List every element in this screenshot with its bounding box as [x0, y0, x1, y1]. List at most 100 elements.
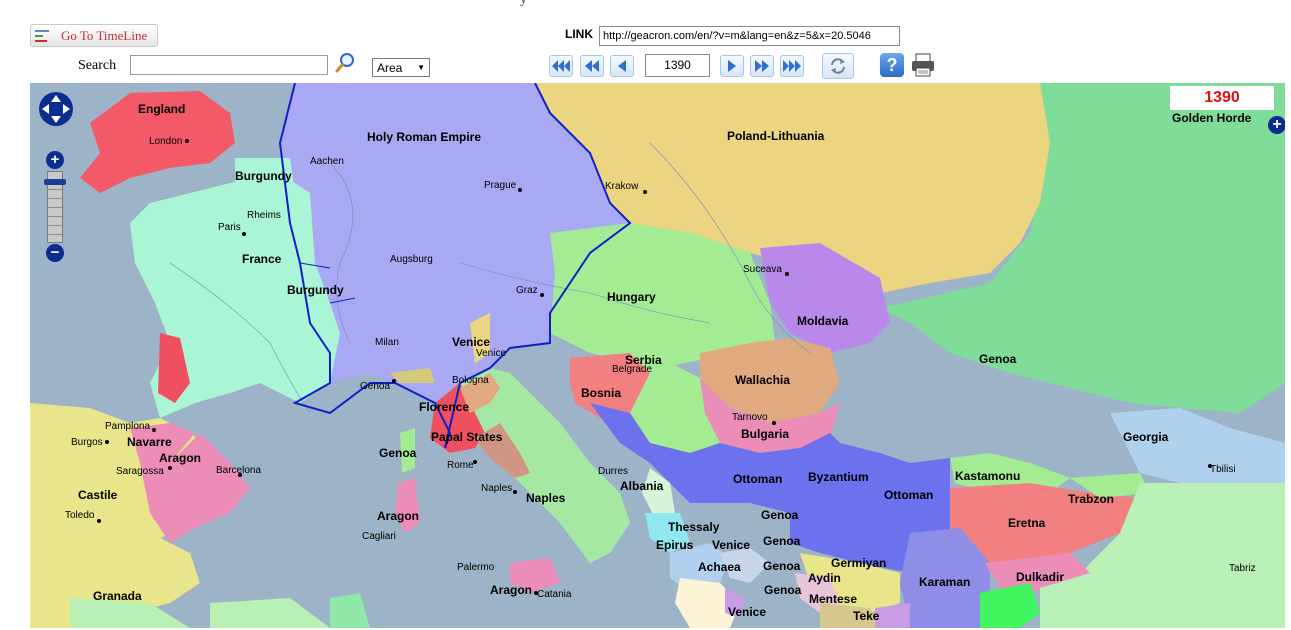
triple-right-icon: [783, 60, 801, 72]
left-arrow-icon: [618, 60, 626, 72]
city-label: Saragossa: [116, 466, 164, 477]
go-to-timeline-label: Go To TimeLine: [61, 27, 148, 43]
expand-legend-icon[interactable]: +: [1268, 116, 1285, 134]
zoom-in-icon[interactable]: +: [46, 151, 64, 169]
city-label: Durres: [598, 466, 629, 477]
city-label: Naples: [481, 483, 513, 494]
city-marker: [392, 379, 396, 383]
region-label: Aragon: [490, 583, 532, 597]
region-label: Aragon: [377, 509, 419, 523]
region-label-golden-horde: Golden Horde: [1172, 111, 1252, 125]
city-label: Prague: [484, 180, 517, 191]
jump-back-button[interactable]: [580, 55, 604, 77]
city-label: Aachen: [310, 156, 344, 167]
region-label: Epirus: [656, 538, 694, 552]
region-label: Genoa: [763, 559, 801, 573]
region-label: Ottoman: [884, 488, 934, 502]
city-marker: [643, 190, 647, 194]
zoom-out-icon[interactable]: −: [46, 244, 64, 262]
city-label: Augsburg: [390, 254, 433, 265]
city-marker: [168, 466, 172, 470]
region-label: Holy Roman Empire: [367, 130, 482, 144]
city-marker: [1208, 464, 1212, 468]
region-label: Thessaly: [668, 520, 720, 534]
area-select-value: Area: [377, 60, 403, 75]
area-select[interactable]: Area ▼: [372, 58, 430, 77]
print-icon[interactable]: [910, 53, 936, 77]
region-label: Burgundy: [287, 283, 344, 297]
region-label: Eretna: [1008, 516, 1046, 530]
timeline-icon: [35, 29, 53, 43]
pan-control-icon[interactable]: [38, 91, 74, 127]
jump-back-far-button[interactable]: [549, 55, 573, 77]
region-label: Moldavia: [797, 314, 849, 328]
region-label: Bosnia: [581, 386, 622, 400]
region-label: Navarre: [127, 435, 172, 449]
year-input[interactable]: 1390: [645, 54, 710, 77]
region-label: Kastamonu: [955, 469, 1021, 483]
region-label: Burgundy: [235, 169, 292, 183]
region-label: Teke: [853, 609, 880, 623]
region-label: Genoa: [761, 508, 799, 522]
right-arrow-icon: [728, 60, 736, 72]
region-label: Genoa: [979, 352, 1017, 366]
city-label: Tabriz: [1229, 563, 1256, 574]
city-marker: [518, 188, 522, 192]
city-marker: [185, 139, 189, 143]
city-label: London: [149, 136, 183, 147]
historical-map[interactable]: 1390 Golden Horde + + − England Holy Rom…: [30, 83, 1285, 628]
city-marker: [105, 440, 109, 444]
city-marker: [513, 490, 517, 494]
region-label: Florence: [419, 400, 470, 414]
region-label: Achaea: [698, 560, 741, 574]
region-label: Granada: [93, 589, 142, 603]
step-back-button[interactable]: [610, 55, 634, 77]
search-icon[interactable]: [334, 52, 356, 74]
city-label: Genoa: [360, 381, 391, 392]
city-marker: [785, 272, 789, 276]
search-label: Search: [78, 58, 117, 73]
help-icon[interactable]: ?: [880, 53, 904, 77]
step-forward-button[interactable]: [720, 55, 744, 77]
double-left-icon: [585, 60, 599, 72]
region-label: Poland-Lithuania: [727, 129, 825, 143]
go-to-timeline-button[interactable]: Go To TimeLine: [30, 24, 158, 47]
refresh-button[interactable]: [822, 53, 854, 79]
search-input[interactable]: [130, 55, 328, 75]
region-label: Aragon: [159, 451, 201, 465]
city-label: Milan: [375, 337, 399, 348]
link-field[interactable]: http://geacron.com/en/?v=m&lang=en&z=5&x…: [599, 26, 900, 46]
region-label: Karaman: [919, 575, 971, 589]
region-label: Ottoman: [733, 472, 783, 486]
city-label: Cagliari: [362, 531, 396, 542]
chevron-down-icon: ▼: [417, 63, 425, 72]
page-title-fragment: y: [520, 0, 527, 8]
region-label: Venice: [452, 335, 491, 349]
region-label: Genoa: [763, 534, 801, 548]
city-label: Bologna: [452, 375, 489, 386]
city-marker: [242, 232, 246, 236]
region-label: Dulkadir: [1016, 570, 1065, 584]
city-label: Palermo: [457, 562, 495, 573]
city-marker: [772, 421, 776, 425]
triple-left-icon: [552, 60, 570, 72]
city-label: Rome: [447, 460, 474, 471]
city-label: Suceava: [743, 264, 782, 275]
region-label: Trabzon: [1068, 492, 1115, 506]
region-label: Hungary: [607, 290, 656, 304]
double-right-icon: [755, 60, 769, 72]
region-label: Papal States: [431, 430, 503, 444]
jump-forward-button[interactable]: [750, 55, 774, 77]
region-label: Mentese: [809, 592, 858, 606]
city-label: Graz: [516, 285, 538, 296]
region-label: Genoa: [379, 446, 417, 460]
region-label: Albania: [620, 479, 664, 493]
refresh-icon: [831, 58, 845, 74]
region-label: Genoa: [764, 583, 802, 597]
jump-forward-far-button[interactable]: [780, 55, 804, 77]
zoom-slider-handle[interactable]: [44, 179, 66, 185]
city-label: Toledo: [65, 510, 95, 521]
city-label: Krakow: [605, 181, 639, 192]
region-label: Venice: [712, 538, 751, 552]
city-marker: [534, 591, 538, 595]
